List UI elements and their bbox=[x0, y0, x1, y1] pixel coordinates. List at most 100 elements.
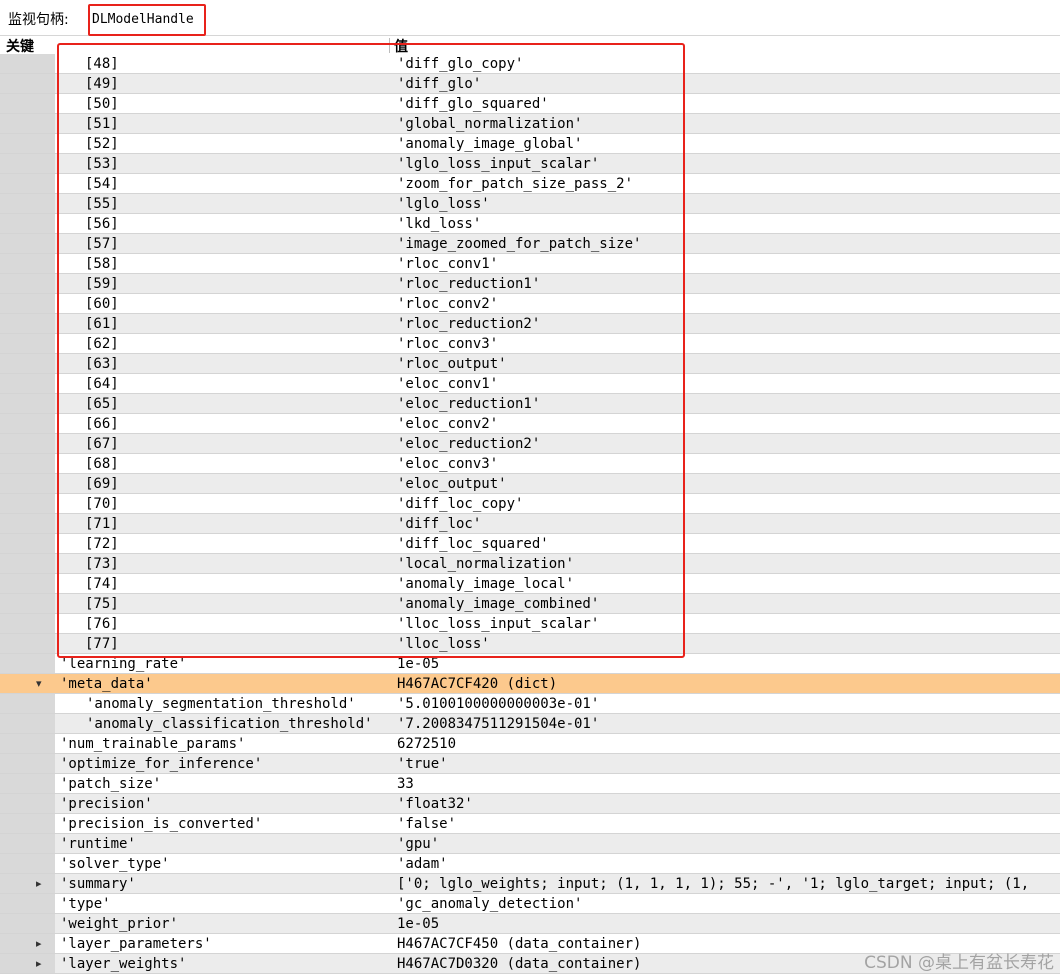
row-value: 'anomaly_image_combined' bbox=[397, 596, 600, 612]
tree-row[interactable]: [69] 'eloc_output' bbox=[0, 474, 1060, 494]
tree-row[interactable]: [58] 'rloc_conv1' bbox=[0, 254, 1060, 274]
expand-arrow-icon[interactable]: ▸ bbox=[36, 934, 42, 954]
tree-row[interactable]: 'weight_prior' 1e-05 bbox=[0, 914, 1060, 934]
tree-row[interactable]: ▸ 'summary' ['0; lglo_weights; input; (1, … bbox=[0, 874, 1060, 894]
tree-row[interactable]: 'solver_type' 'adam' bbox=[0, 854, 1060, 874]
row-key: [66] bbox=[85, 416, 119, 432]
row-key: [62] bbox=[85, 336, 119, 352]
row-key: 'meta_data' bbox=[60, 676, 153, 692]
row-indent-gutter bbox=[0, 334, 55, 353]
tree-row[interactable]: 'anomaly_classification_threshold' '7.200… bbox=[0, 714, 1060, 734]
tree-row[interactable]: [68] 'eloc_conv3' bbox=[0, 454, 1060, 474]
tree-row[interactable]: [75] 'anomaly_image_combined' bbox=[0, 594, 1060, 614]
row-indent-gutter bbox=[0, 274, 55, 293]
row-indent-gutter bbox=[0, 494, 55, 513]
tree-row[interactable]: [71] 'diff_loc' bbox=[0, 514, 1060, 534]
tree-row[interactable]: 'runtime' 'gpu' bbox=[0, 834, 1060, 854]
tree-row[interactable]: [56] 'lkd_loss' bbox=[0, 214, 1060, 234]
column-header-value[interactable]: 值 bbox=[394, 36, 408, 56]
table-header: 关键 值 bbox=[0, 36, 1060, 56]
tree-row[interactable]: [60] 'rloc_conv2' bbox=[0, 294, 1060, 314]
row-key: 'learning_rate' bbox=[60, 656, 187, 672]
row-key: [76] bbox=[85, 616, 119, 632]
collapse-arrow-icon[interactable]: ▾ bbox=[36, 674, 42, 694]
row-value: 'eloc_conv2' bbox=[397, 416, 499, 432]
tree-row[interactable]: [67] 'eloc_reduction2' bbox=[0, 434, 1060, 454]
tree-row[interactable]: [76] 'lloc_loss_input_scalar' bbox=[0, 614, 1060, 634]
row-key: 'anomaly_segmentation_threshold' bbox=[86, 696, 356, 712]
row-value: '5.0100100000000003e-01' bbox=[397, 696, 600, 712]
tree-row[interactable]: [49] 'diff_glo' bbox=[0, 74, 1060, 94]
expand-arrow-icon[interactable]: ▸ bbox=[36, 874, 42, 894]
tree-row[interactable]: [61] 'rloc_reduction2' bbox=[0, 314, 1060, 334]
tree-row[interactable]: 'optimize_for_inference' 'true' bbox=[0, 754, 1060, 774]
column-header-key[interactable]: 关键 bbox=[6, 36, 34, 56]
row-key: [53] bbox=[85, 156, 119, 172]
tree-row[interactable]: [77] 'lloc_loss' bbox=[0, 634, 1060, 654]
row-value: H467AC7CF420 (dict) bbox=[397, 676, 558, 692]
row-value: H467AC7CF450 (data_container) bbox=[397, 936, 642, 952]
column-divider[interactable] bbox=[389, 38, 390, 53]
row-value: 'anomaly_image_local' bbox=[397, 576, 575, 592]
tree-row[interactable]: [54] 'zoom_for_patch_size_pass_2' bbox=[0, 174, 1060, 194]
row-indent-gutter bbox=[0, 434, 55, 453]
row-value: 'rloc_reduction2' bbox=[397, 316, 541, 332]
tree-row[interactable]: [62] 'rloc_conv3' bbox=[0, 334, 1060, 354]
tree-row[interactable]: [73] 'local_normalization' bbox=[0, 554, 1060, 574]
row-key: [56] bbox=[85, 216, 119, 232]
row-value: 'rloc_conv3' bbox=[397, 336, 499, 352]
tree-row[interactable]: [52] 'anomaly_image_global' bbox=[0, 134, 1060, 154]
row-indent-gutter bbox=[0, 54, 55, 73]
tree-row[interactable]: [64] 'eloc_conv1' bbox=[0, 374, 1060, 394]
tree-row[interactable]: [72] 'diff_loc_squared' bbox=[0, 534, 1060, 554]
watch-handle-input[interactable]: DLModelHandle bbox=[88, 4, 206, 36]
tree-row[interactable]: 'patch_size' 33 bbox=[0, 774, 1060, 794]
tree-row[interactable]: [48] 'diff_glo_copy' bbox=[0, 54, 1060, 74]
row-key: [72] bbox=[85, 536, 119, 552]
tree-row[interactable]: 'num_trainable_params' 6272510 bbox=[0, 734, 1060, 754]
row-key: [73] bbox=[85, 556, 119, 572]
row-key: [60] bbox=[85, 296, 119, 312]
tree-row[interactable]: [65] 'eloc_reduction1' bbox=[0, 394, 1060, 414]
row-key: [54] bbox=[85, 176, 119, 192]
row-key: [69] bbox=[85, 476, 119, 492]
row-indent-gutter bbox=[0, 794, 55, 813]
tree-row[interactable]: [57] 'image_zoomed_for_patch_size' bbox=[0, 234, 1060, 254]
tree-row[interactable]: [53] 'lglo_loss_input_scalar' bbox=[0, 154, 1060, 174]
row-key: [58] bbox=[85, 256, 119, 272]
row-value: 'diff_loc_copy' bbox=[397, 496, 524, 512]
tree-row[interactable]: [59] 'rloc_reduction1' bbox=[0, 274, 1060, 294]
row-indent-gutter bbox=[0, 554, 55, 573]
row-value: 'eloc_conv1' bbox=[397, 376, 499, 392]
tree-row[interactable]: [74] 'anomaly_image_local' bbox=[0, 574, 1060, 594]
tree-row[interactable]: [70] 'diff_loc_copy' bbox=[0, 494, 1060, 514]
row-indent-gutter bbox=[0, 74, 55, 93]
tree-row[interactable]: 'type' 'gc_anomaly_detection' bbox=[0, 894, 1060, 914]
row-indent-gutter bbox=[0, 474, 55, 493]
tree-row[interactable]: [63] 'rloc_output' bbox=[0, 354, 1060, 374]
watermark: CSDN @桌上有盆长寿花 bbox=[864, 953, 1054, 973]
row-indent-gutter bbox=[0, 534, 55, 553]
row-indent-gutter bbox=[0, 354, 55, 373]
tree-row[interactable]: 'precision' 'float32' bbox=[0, 794, 1060, 814]
tree-row[interactable]: [66] 'eloc_conv2' bbox=[0, 414, 1060, 434]
tree-row[interactable]: ▾ 'meta_data' H467AC7CF420 (dict) bbox=[0, 674, 1060, 694]
row-indent-gutter bbox=[0, 514, 55, 533]
tree-row[interactable]: [51] 'global_normalization' bbox=[0, 114, 1060, 134]
row-value: 1e-05 bbox=[397, 656, 440, 672]
tree-row[interactable]: 'precision_is_converted' 'false' bbox=[0, 814, 1060, 834]
expand-arrow-icon[interactable]: ▸ bbox=[36, 954, 42, 974]
row-value: 'lkd_loss' bbox=[397, 216, 482, 232]
tree-row[interactable]: [55] 'lglo_loss' bbox=[0, 194, 1060, 214]
row-indent-gutter bbox=[0, 154, 55, 173]
row-indent-gutter bbox=[0, 854, 55, 873]
row-key: [59] bbox=[85, 276, 119, 292]
row-value: 'lglo_loss_input_scalar' bbox=[397, 156, 600, 172]
variable-tree[interactable]: [48] 'diff_glo_copy' [49] 'diff_glo' [50] 'di… bbox=[0, 54, 1060, 974]
row-key: [65] bbox=[85, 396, 119, 412]
tree-row[interactable]: 'anomaly_segmentation_threshold' '5.01001… bbox=[0, 694, 1060, 714]
row-key: [74] bbox=[85, 576, 119, 592]
tree-row[interactable]: [50] 'diff_glo_squared' bbox=[0, 94, 1060, 114]
row-value: 'eloc_reduction1' bbox=[397, 396, 541, 412]
tree-row[interactable]: 'learning_rate' 1e-05 bbox=[0, 654, 1060, 674]
